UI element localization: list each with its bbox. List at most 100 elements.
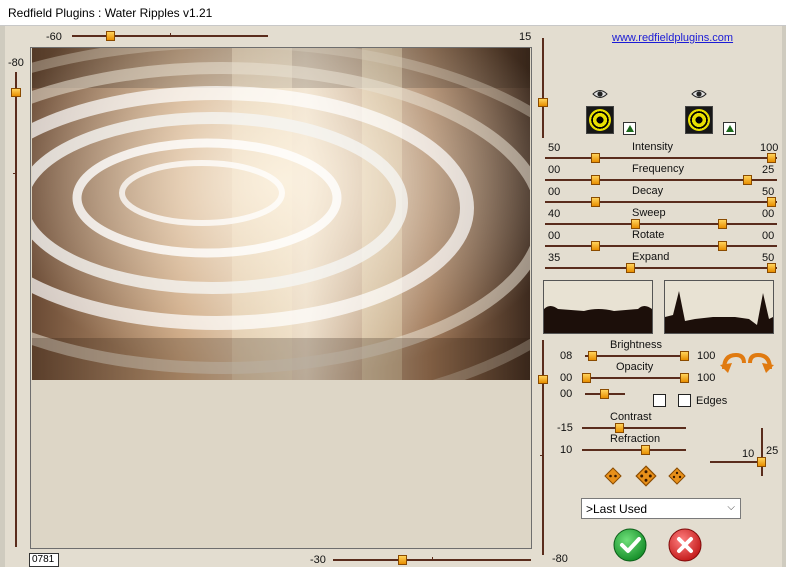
edges-checkbox[interactable] [678,394,691,407]
frequency-left-knob[interactable] [591,175,600,185]
eye-icon[interactable] [691,89,707,99]
left-slider-track[interactable] [15,72,17,547]
undo-redo-icon[interactable] [720,351,774,373]
ripple-source-left-button[interactable] [586,106,614,134]
rotate-right-value: 00 [762,230,775,242]
brightness-label: Brightness [610,339,662,351]
profile-curve-graphic [544,306,652,333]
right-lower-slider-track[interactable] [542,340,544,555]
bottom-slider-knob[interactable] [398,555,407,565]
ripple-right-up-button[interactable] [723,122,736,135]
expand-slider-track[interactable] [545,267,777,269]
triangle-up-icon [626,125,634,132]
top-slider-knob[interactable] [106,31,115,41]
rotate-slider-track[interactable] [545,245,777,247]
eye-icon[interactable] [592,89,608,99]
frame-number-field[interactable]: 0781 [29,553,59,567]
decay-label: Decay [632,185,664,197]
refraction-value: 10 [560,444,573,456]
window-right-edge [782,26,786,567]
right-upper-slider-knob[interactable] [538,98,548,107]
refraction-slider-track[interactable] [582,449,686,451]
brightness-slider-track[interactable] [585,355,689,357]
sweep-right-knob[interactable] [718,219,727,229]
opacity-right-knob[interactable] [680,373,689,383]
frequency-label: Frequency [632,163,684,175]
top-slider-max-label: 15 [519,31,532,43]
profile-curve-left[interactable] [543,280,653,334]
preset-select[interactable]: >Last Used ⌵ [581,498,741,519]
profile-curve-right[interactable] [664,280,774,334]
cancel-button[interactable] [668,528,702,562]
sweep-slider-track[interactable] [545,223,777,225]
third-slider-value: 00 [560,388,573,400]
refraction-knob[interactable] [641,445,650,455]
title-bar: Redfield Plugins : Water Ripples v1.21 [0,0,786,26]
expand-right-knob[interactable] [767,263,776,273]
intensity-left-value: 50 [548,142,561,154]
opacity-right-value: 100 [697,372,716,384]
decay-left-value: 00 [548,186,561,198]
left-slider-knob[interactable] [11,88,21,97]
brightness-right-value: 100 [697,350,716,362]
option-checkbox[interactable] [653,394,666,407]
expand-label: Expand [632,251,670,263]
dice-icon[interactable] [604,467,622,485]
ring-icon [688,109,710,131]
sweep-label: Sweep [632,207,666,219]
frequency-right-knob[interactable] [743,175,752,185]
top-slider-track[interactable] [72,35,268,37]
sweep-left-knob[interactable] [631,219,640,229]
expand-left-knob[interactable] [626,263,635,273]
ripple-preview-graphic [32,48,530,380]
expand-left-value: 35 [548,252,561,264]
rotate-right-knob[interactable] [718,241,727,251]
brightness-left-value: 08 [560,350,573,362]
chevron-down-icon: ⌵ [727,502,735,513]
ripple-source-right-button[interactable] [685,106,713,134]
rotate-left-value: 00 [548,230,561,242]
light-horizontal-value: 10 [742,448,755,460]
rotate-left-knob[interactable] [591,241,600,251]
decay-slider-track[interactable] [545,201,777,203]
website-link[interactable]: www.redfieldplugins.com [612,32,733,44]
third-slider-knob[interactable] [600,389,609,399]
frequency-right-value: 25 [762,164,775,176]
opacity-label: Opacity [616,361,654,373]
decay-right-knob[interactable] [767,197,776,207]
intensity-slider-track[interactable] [545,157,777,159]
right-lower-slider-knob[interactable] [538,375,548,384]
brightness-right-knob[interactable] [680,351,689,361]
decay-left-knob[interactable] [591,197,600,207]
preview-image[interactable] [32,48,530,380]
right-slider-label: -80 [552,553,568,565]
bottom-slider-label: -30 [310,554,326,566]
opacity-left-knob[interactable] [582,373,591,383]
opacity-slider-track[interactable] [585,377,689,379]
edges-label: Edges [696,395,728,407]
light-vertical-track[interactable] [761,428,763,476]
dice-icon[interactable] [635,465,657,487]
intensity-right-knob[interactable] [767,153,776,163]
sweep-left-value: 40 [548,208,561,220]
ok-button[interactable] [613,528,647,562]
light-knob[interactable] [757,457,766,467]
ripple-left-up-button[interactable] [623,122,636,135]
sweep-right-value: 00 [762,208,775,220]
contrast-knob[interactable] [615,423,624,433]
contrast-slider-track[interactable] [582,427,686,429]
right-upper-slider-track[interactable] [542,38,544,138]
top-slider-min-label: -60 [46,31,62,43]
window-title: Redfield Plugins : Water Ripples v1.21 [8,6,213,20]
bottom-slider-tick [432,557,433,559]
rotate-label: Rotate [632,229,665,241]
frequency-left-value: 00 [548,164,561,176]
intensity-left-knob[interactable] [591,153,600,163]
brightness-left-knob[interactable] [588,351,597,361]
bottom-slider-track[interactable] [333,559,531,561]
top-slider-tick [170,33,171,35]
left-slider-tick [13,173,15,174]
dice-icon[interactable] [668,467,686,485]
ring-icon [589,109,611,131]
light-vertical-value: 25 [766,445,779,457]
